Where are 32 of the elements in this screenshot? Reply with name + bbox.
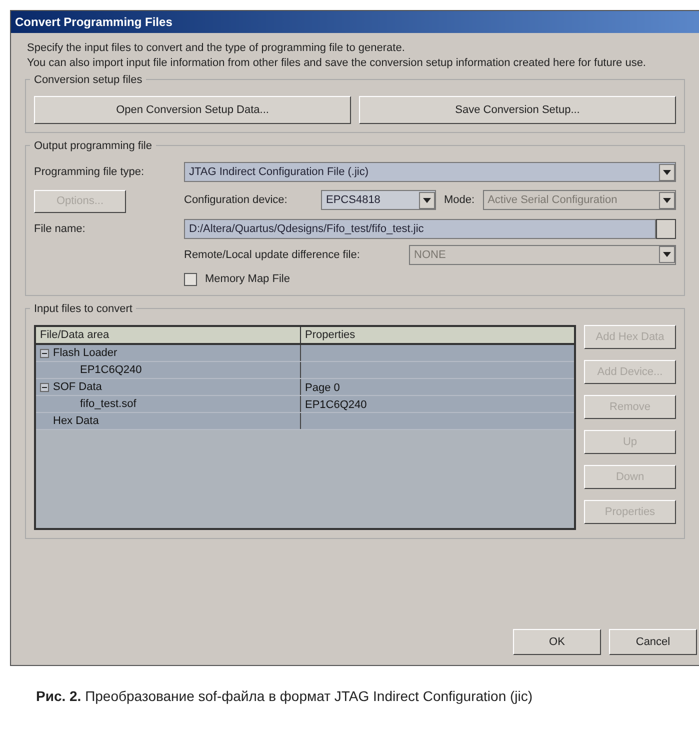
field-label: Remote/Local update difference file: <box>184 248 361 262</box>
checkbox[interactable] <box>184 272 197 286</box>
column-header[interactable]: Properties <box>301 327 574 344</box>
table-cell: Page 0 <box>305 382 340 394</box>
tree-item[interactable]: SOF Data <box>53 379 102 396</box>
button[interactable]: Save Conversion Setup... <box>359 96 676 124</box>
button[interactable]: Cancel <box>609 629 697 655</box>
field-label: Memory Map File <box>205 272 290 287</box>
group-title: Output programming file <box>30 138 156 154</box>
column-header[interactable]: File/Data area <box>36 327 301 344</box>
button[interactable]: OK <box>513 629 601 655</box>
button[interactable]: Open Conversion Setup Data... <box>34 96 351 124</box>
description-text: You can also import input file information from other files and save the conversion setup information created here for future use. <box>27 56 647 71</box>
table-cell: EP1C6Q240 <box>305 399 367 412</box>
file-name-field[interactable]: D:/Altera/Quartus/Qdesigns/Fifo_test/fifo_test.jic <box>184 218 656 239</box>
collapse-icon[interactable] <box>40 348 49 358</box>
group-title: Conversion setup files <box>30 72 146 88</box>
tree-item[interactable]: fifo_test.sof <box>80 396 136 412</box>
browse-button[interactable] <box>656 218 676 239</box>
tree-item[interactable]: EP1C6Q240 <box>80 362 142 378</box>
field-label: Configuration device: <box>184 193 288 208</box>
field-label: Programming file type: <box>34 164 146 180</box>
tree-item[interactable]: Hex Data <box>53 413 99 430</box>
dropdown[interactable]: JTAG Indirect Configuration File (.jic) <box>184 162 676 182</box>
field-label: File name: <box>34 222 86 236</box>
dropdown[interactable]: EPCS4818 <box>321 190 436 210</box>
description-text: Specify the input files to convert and the type of programming file to generate. <box>27 41 406 56</box>
figure-caption: Рис. 2. Преобразование sof-файла в формат JTAG Indirect Configuration (jic) <box>35 687 534 706</box>
tree-item[interactable]: Flash Loader <box>53 345 118 362</box>
window-title: Convert Programming Files <box>15 14 172 31</box>
field-label: Mode: <box>443 193 476 208</box>
collapse-icon[interactable] <box>40 382 49 392</box>
